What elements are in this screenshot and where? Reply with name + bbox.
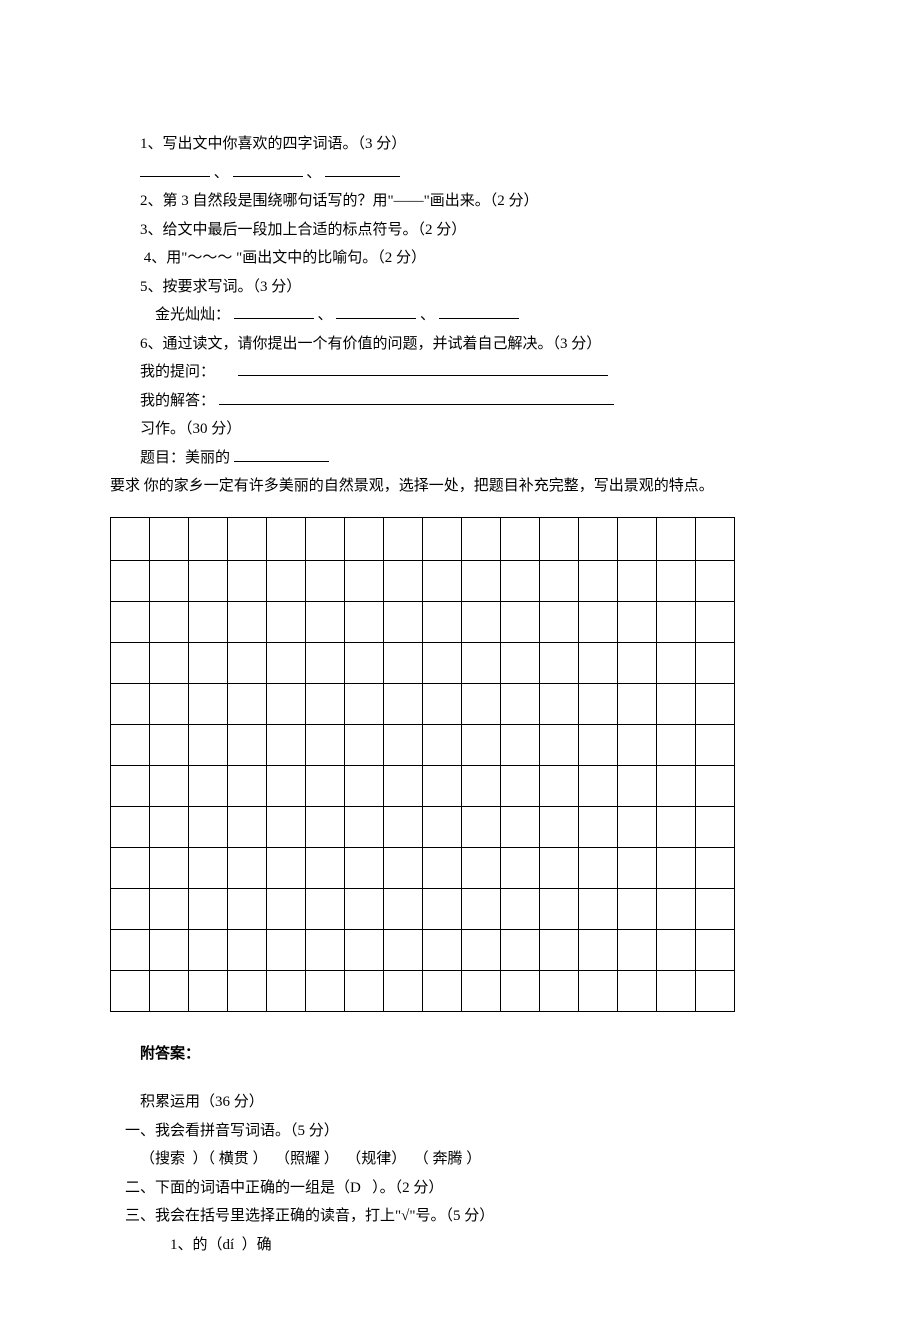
question-6-prompt-label: 我的提问： [140, 364, 215, 380]
answer-1: 一、我会看拼音写词语。（5 分） [110, 1117, 810, 1146]
question-6-answer: 我的解答： [110, 387, 810, 416]
answers-section-title: 积累运用（36 分） [110, 1088, 810, 1117]
separator: 、 [306, 165, 321, 181]
blank[interactable] [234, 302, 314, 320]
answer-2: 二、下面的词语中正确的一组是（D ）。（2 分） [110, 1174, 810, 1203]
answers-header: 附答案： [110, 1040, 810, 1069]
question-4-text: 4、用"～～～ "画出文中的比喻句。（2 分） [144, 250, 426, 266]
question-6-answer-label: 我的解答： [140, 393, 215, 409]
question-1-blanks: 、 、 [110, 159, 810, 188]
question-5-sub: 金光灿灿： 、 、 [110, 301, 810, 330]
answer-3: 三、我会在括号里选择正确的读音，打上"√"号。（5 分） [110, 1202, 810, 1231]
essay-header: 习作。（30 分） [110, 415, 810, 444]
essay-title-prefix: 题目：美丽的 [140, 450, 230, 466]
separator: 、 [318, 307, 333, 323]
blank[interactable] [234, 444, 329, 462]
blank[interactable] [219, 387, 614, 405]
blank[interactable] [233, 159, 303, 177]
essay-requirement: 要求 你的家乡一定有许多美丽的自然景观，选择一处，把题目补充完整，写出景观的特点… [110, 472, 810, 501]
writing-grid[interactable] [110, 517, 735, 1012]
question-6: 6、通过读文，请你提出一个有价值的问题，并试着自己解决。（3 分） [110, 330, 810, 359]
blank[interactable] [238, 359, 608, 377]
question-2: 2、第 3 自然段是围绕哪句话写的？用"——"画出来。（2 分） [110, 187, 810, 216]
answer-1-items: （搜索 ）（ 横贯 ） （照耀 ） （规律） （ 奔腾 ） [110, 1145, 810, 1174]
separator: 、 [214, 165, 229, 181]
question-1: 1、写出文中你喜欢的四字词语。（3 分） [110, 130, 810, 159]
essay-title: 题目：美丽的 [110, 444, 810, 473]
question-3: 3、给文中最后一段加上合适的标点符号。（2 分） [110, 216, 810, 245]
document-page: 1、写出文中你喜欢的四字词语。（3 分） 、 、 2、第 3 自然段是围绕哪句话… [0, 0, 920, 1339]
question-5-sub-label: 金光灿灿： [155, 307, 230, 323]
separator: 、 [420, 307, 435, 323]
question-6-prompt: 我的提问： [110, 358, 810, 387]
blank[interactable] [439, 302, 519, 320]
question-5: 5、按要求写词。（3 分） [110, 273, 810, 302]
blank[interactable] [336, 302, 416, 320]
question-4: 4、用"～～～ "画出文中的比喻句。（2 分） [110, 244, 810, 273]
blank[interactable] [325, 159, 400, 177]
blank[interactable] [140, 159, 210, 177]
answer-3-1: 1、的（dí ）确 [110, 1231, 810, 1260]
